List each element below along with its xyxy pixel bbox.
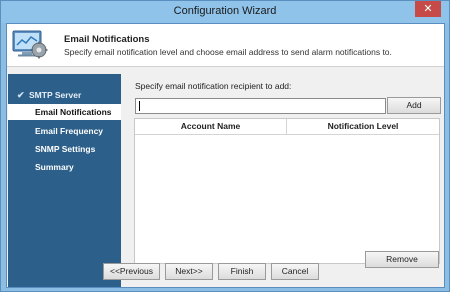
- header-title: Email Notifications: [64, 34, 150, 45]
- configuration-wizard-window: Configuration Wizard ✕ Email Notificatio…: [0, 0, 450, 292]
- sidebar-item-snmp-settings[interactable]: SNMP Settings: [8, 141, 121, 157]
- header-subtitle: Specify email notification level and cho…: [64, 47, 392, 57]
- sidebar-item-label: Summary: [35, 162, 74, 172]
- previous-button[interactable]: <<Previous: [103, 263, 160, 280]
- wizard-footer: <<Previous Next>> Finish Cancel: [103, 263, 443, 285]
- add-button[interactable]: Add: [387, 97, 441, 114]
- recipient-prompt: Specify email notification recipient to …: [135, 81, 292, 91]
- sidebar-item-label: SMTP Server: [29, 90, 82, 100]
- table-header: Account Name Notification Level: [135, 119, 439, 135]
- wizard-header: Email Notifications Specify email notifi…: [7, 24, 444, 67]
- next-button[interactable]: Next>>: [165, 263, 213, 280]
- sidebar-item-summary[interactable]: Summary: [8, 159, 121, 175]
- recipients-table[interactable]: Account Name Notification Level: [134, 118, 440, 264]
- column-header-notification-level[interactable]: Notification Level: [287, 119, 439, 134]
- sidebar-item-label: SNMP Settings: [35, 144, 96, 154]
- column-header-account-name[interactable]: Account Name: [135, 119, 287, 134]
- wizard-steps-sidebar: ✔ SMTP Server Email Notifications Email …: [8, 74, 121, 287]
- sidebar-item-email-frequency[interactable]: Email Frequency: [8, 123, 121, 139]
- checkmark-icon: ✔: [17, 90, 25, 100]
- cancel-button[interactable]: Cancel: [271, 263, 319, 280]
- finish-button[interactable]: Finish: [218, 263, 266, 280]
- title-bar[interactable]: Configuration Wizard ✕: [1, 1, 449, 23]
- wizard-client-area: Email Notifications Specify email notifi…: [6, 23, 445, 288]
- text-caret: [139, 101, 140, 111]
- wizard-monitor-icon: [12, 30, 48, 59]
- sidebar-item-smtp-server[interactable]: ✔ SMTP Server: [8, 87, 121, 103]
- sidebar-item-email-notifications[interactable]: Email Notifications: [8, 104, 121, 120]
- wizard-content: Specify email notification recipient to …: [121, 67, 444, 287]
- window-title: Configuration Wizard: [173, 5, 277, 17]
- close-icon: ✕: [423, 2, 433, 15]
- sidebar-item-label: Email Notifications: [35, 107, 112, 117]
- close-button[interactable]: ✕: [415, 1, 441, 17]
- sidebar-item-label: Email Frequency: [35, 126, 104, 136]
- recipient-email-input[interactable]: [135, 98, 386, 114]
